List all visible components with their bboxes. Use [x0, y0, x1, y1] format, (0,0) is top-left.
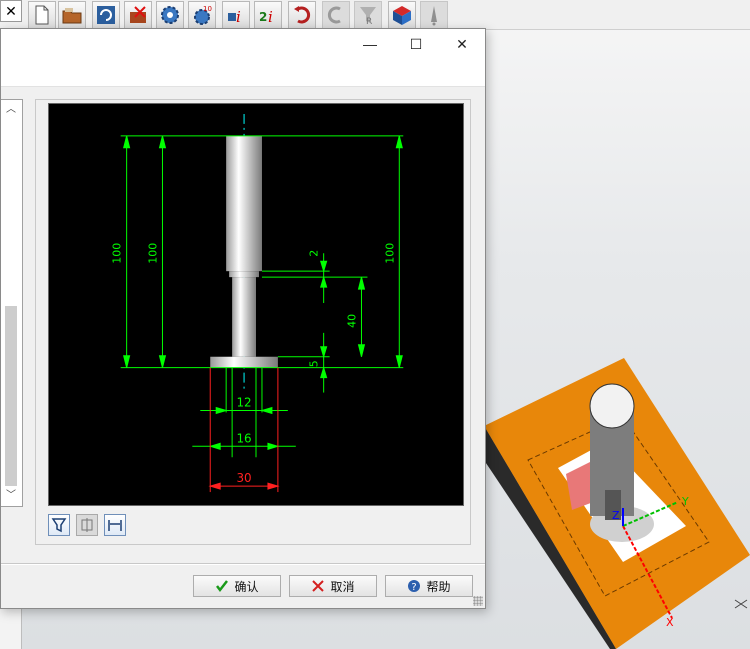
3d-viewport[interactable]: X Y Z: [480, 350, 750, 649]
pin-drawing-preview: 100 100 100 2 40 5 12 16 30: [48, 103, 464, 506]
dim-total-left-outer: 100: [111, 243, 124, 264]
view-mode-button[interactable]: [48, 514, 70, 536]
pin-upper-body: [226, 135, 262, 272]
scroll-down-button[interactable]: ﹀: [3, 488, 19, 504]
parameter-list-scrollbar[interactable]: ︿ ﹀: [1, 99, 23, 507]
export-icon: [130, 6, 146, 23]
new-file-button[interactable]: [28, 1, 56, 29]
undo-button[interactable]: [288, 1, 316, 29]
close-button[interactable]: ✕: [439, 29, 485, 59]
numbered-gear-button[interactable]: 10: [188, 1, 216, 29]
section-icon: [81, 518, 93, 532]
preview-frame: 100 100 100 2 40 5 12 16 30: [35, 99, 471, 545]
info-icon: i: [228, 8, 241, 26]
cube-icon: [393, 6, 411, 25]
pin-step: [229, 271, 259, 278]
svg-text:R: R: [366, 17, 372, 26]
x-axis-label: X: [666, 616, 674, 629]
dialog-titlebar[interactable]: — ☐ ✕: [1, 29, 485, 59]
dialog-header-strip: [1, 59, 485, 87]
pin-top-face: [589, 383, 635, 429]
filter-r-button[interactable]: R: [354, 1, 382, 29]
warning-icon: [431, 6, 437, 26]
dim-mid-diameter: 16: [236, 431, 251, 445]
gear-button[interactable]: [156, 1, 184, 29]
pin-flange: [210, 356, 278, 368]
dim-step-gap: 2: [308, 250, 321, 257]
filter-r-icon: R: [360, 7, 376, 26]
checkmark-icon: [216, 580, 229, 593]
help-icon: ?: [408, 580, 421, 593]
ok-button[interactable]: 确认: [193, 575, 281, 597]
maximize-button[interactable]: ☐: [393, 29, 439, 59]
info-button[interactable]: i: [222, 1, 250, 29]
open-folder-button[interactable]: [58, 1, 86, 29]
vertical-dimensions: [123, 135, 403, 393]
dim-flange-diameter: 30: [236, 471, 251, 485]
dim-total-left-inner: 100: [146, 243, 159, 264]
button-separator-highlight: [1, 564, 485, 565]
svg-text:i: i: [236, 8, 241, 26]
undo-icon: [294, 6, 311, 24]
dim-total-right: 100: [383, 243, 396, 264]
help-button[interactable]: ? 帮助: [385, 575, 473, 597]
scroll-thumb[interactable]: [5, 306, 17, 486]
pin-parameter-dialog: — ☐ ✕ ︿ ﹀ 100 100 100 2 40 5 12 16 30 确认…: [0, 28, 486, 609]
redo-button[interactable]: [322, 1, 350, 29]
dim-lower-length: 40: [346, 314, 359, 328]
export-button[interactable]: [124, 1, 152, 29]
import-button[interactable]: [92, 1, 120, 29]
svg-text:i: i: [268, 8, 273, 26]
cross-icon: [312, 580, 325, 592]
svg-text:?: ?: [412, 582, 417, 593]
warning-button[interactable]: [420, 1, 448, 29]
import-icon: [97, 6, 115, 24]
dimension-icon: [108, 520, 122, 531]
close-panel-button[interactable]: ✕: [0, 0, 22, 22]
scroll-up-button[interactable]: ︿: [3, 102, 19, 118]
viewport-corner-mark: [734, 599, 748, 609]
minimize-button[interactable]: —: [347, 29, 393, 59]
z-axis-label: Z: [612, 509, 620, 522]
svg-text:10: 10: [203, 5, 212, 13]
help-button-label: 帮助: [426, 579, 451, 594]
cancel-button-label: 取消: [330, 579, 355, 594]
y-axis-label: Y: [681, 495, 689, 508]
main-toolbar: ✕ 10 i 2i R: [0, 0, 750, 30]
numbered-gear-icon: 10: [194, 5, 212, 25]
pin-lower-body: [232, 277, 256, 357]
open-folder-icon: [62, 8, 82, 24]
funnel-icon: [51, 518, 67, 533]
dim-flange-thickness: 5: [308, 360, 321, 367]
new-file-icon: [35, 5, 49, 25]
dimension-toggle-button[interactable]: [104, 514, 126, 536]
ok-button-label: 确认: [234, 579, 259, 594]
side-view-button[interactable]: [76, 514, 98, 536]
cube-button[interactable]: [388, 1, 416, 29]
redo-icon: [327, 6, 341, 24]
svg-text:2: 2: [259, 10, 267, 24]
info-two-button[interactable]: 2i: [254, 1, 282, 29]
resize-grip[interactable]: [473, 596, 483, 606]
dim-small-diameter: 12: [236, 395, 251, 409]
info-two-icon: 2i: [259, 8, 273, 26]
cancel-button[interactable]: 取消: [289, 575, 377, 597]
gear-icon: [161, 6, 179, 24]
